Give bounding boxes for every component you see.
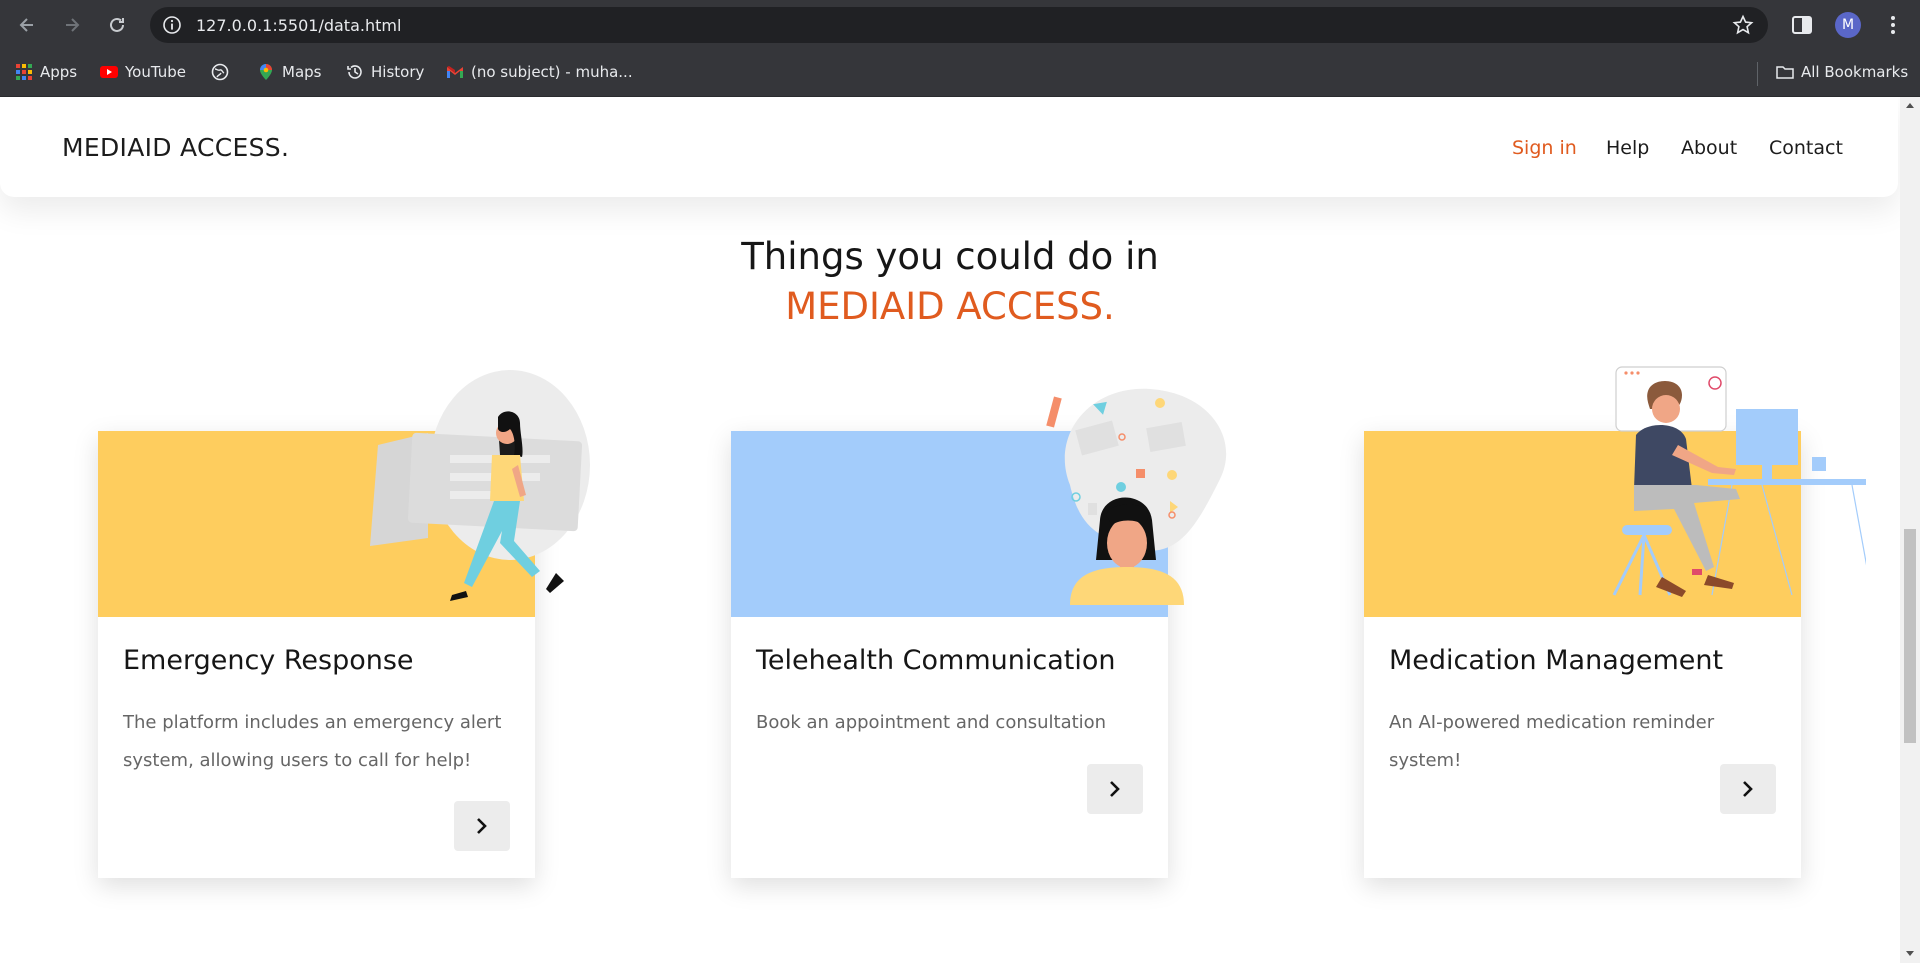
- heading-line-1: Things you could do in: [741, 235, 1159, 278]
- page-viewport: MEDIAID ACCESS. Sign in Help About Conta…: [0, 97, 1900, 963]
- bookmark-maps[interactable]: Maps: [257, 61, 321, 83]
- bookmarks-divider: [1757, 62, 1758, 86]
- card-next-button[interactable]: [1087, 764, 1143, 814]
- man-at-computer-desk-illustration: [1612, 366, 1866, 597]
- nav-sign-in[interactable]: Sign in: [1512, 137, 1577, 159]
- card-title: Medication Management: [1389, 645, 1724, 676]
- bookmark-star-icon[interactable]: [1732, 14, 1754, 36]
- site-info-icon[interactable]: [162, 15, 182, 35]
- profile-avatar[interactable]: M: [1835, 12, 1861, 38]
- address-bar[interactable]: 127.0.0.1:5501/data.html: [150, 7, 1768, 43]
- card-title: Telehealth Communication: [756, 645, 1116, 676]
- side-panel-icon[interactable]: [1789, 12, 1815, 38]
- gmail-icon: [447, 66, 463, 78]
- bookmarks-bar: Apps YouTube Maps History (no subject) -…: [0, 50, 1920, 97]
- all-bookmarks-label: All Bookmarks: [1801, 63, 1909, 81]
- history-icon: [347, 65, 362, 79]
- chevron-right-icon: [1110, 781, 1120, 797]
- woman-walking-with-ticket-illustration: [370, 370, 590, 601]
- site-logo[interactable]: MEDIAID ACCESS.: [62, 133, 289, 162]
- youtube-icon: [100, 66, 118, 78]
- browser-toolbar: 127.0.0.1:5501/data.html M: [0, 0, 1920, 50]
- card-description: The platform includes an emergency alert…: [123, 712, 502, 771]
- bookmark-label: (no subject) - muha...: [471, 63, 633, 81]
- nav-help[interactable]: Help: [1606, 137, 1649, 159]
- globe-icon: [211, 63, 229, 81]
- woman-with-ideas-illustration: [1046, 388, 1227, 605]
- reload-icon: [110, 17, 124, 32]
- scrollbar-thumb[interactable]: [1904, 529, 1916, 743]
- reload-button[interactable]: [103, 11, 131, 39]
- heading-brand: MEDIAID ACCESS.: [785, 285, 1115, 328]
- all-bookmarks-button[interactable]: All Bookmarks: [1776, 61, 1908, 83]
- more-menu-icon[interactable]: [1880, 12, 1906, 38]
- scroll-up-arrow-icon[interactable]: [1906, 103, 1914, 108]
- bookmark-label: Apps: [40, 63, 78, 81]
- section-heading: Things you could do in MEDIAID ACCESS.: [0, 232, 1900, 332]
- bookmark-history[interactable]: History: [346, 61, 424, 83]
- forward-button[interactable]: [58, 11, 86, 39]
- maps-pin-icon: [260, 64, 272, 80]
- scroll-down-arrow-icon[interactable]: [1906, 951, 1914, 956]
- bookmark-apps[interactable]: Apps: [15, 61, 77, 83]
- chevron-right-icon: [1743, 781, 1753, 797]
- url-text[interactable]: 127.0.0.1:5501/data.html: [196, 16, 401, 35]
- chevron-right-icon: [477, 818, 487, 834]
- bookmark-label: Maps: [282, 63, 322, 81]
- bookmark-label: YouTube: [125, 63, 186, 81]
- nav-contact[interactable]: Contact: [1769, 137, 1843, 159]
- card-next-button[interactable]: [1720, 764, 1776, 814]
- page-scrollbar[interactable]: [1900, 97, 1920, 963]
- arrow-right-icon: [66, 18, 80, 32]
- card-title: Emergency Response: [123, 645, 414, 676]
- nav-about[interactable]: About: [1681, 137, 1737, 159]
- bookmark-gmail[interactable]: (no subject) - muha...: [446, 61, 633, 83]
- bookmark-label: History: [371, 63, 425, 81]
- arrow-left-icon: [19, 18, 33, 32]
- bookmark-globe[interactable]: [211, 61, 229, 83]
- card-next-button[interactable]: [454, 801, 510, 851]
- folder-icon: [1776, 66, 1794, 79]
- bookmark-youtube[interactable]: YouTube: [100, 61, 186, 83]
- card-description: Book an appointment and consultation: [756, 712, 1107, 733]
- site-header: MEDIAID ACCESS. Sign in Help About Conta…: [0, 97, 1898, 197]
- back-button[interactable]: [13, 11, 41, 39]
- apps-grid-icon: [16, 64, 32, 80]
